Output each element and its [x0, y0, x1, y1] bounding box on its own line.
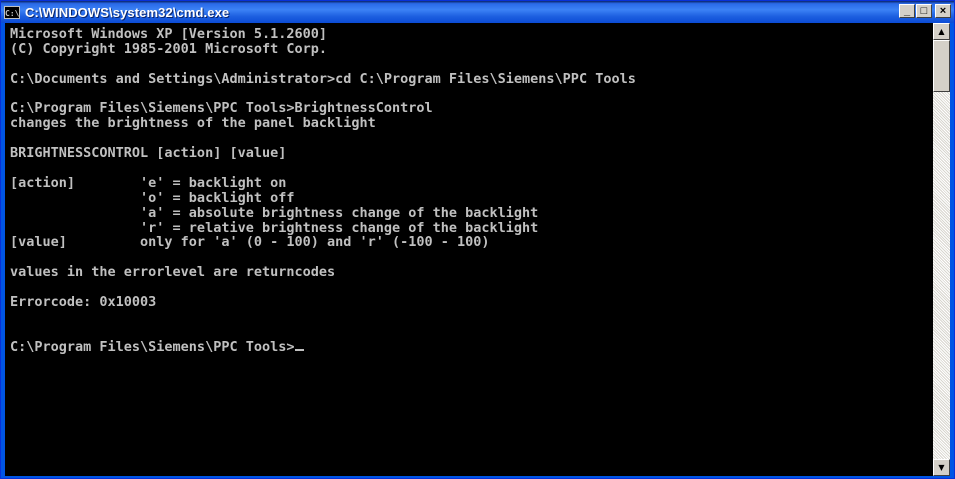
console-line: C:\Program Files\Siemens\PPC Tools>	[10, 338, 933, 355]
vertical-scrollbar[interactable]: ▲ ▼	[933, 23, 950, 476]
console-line: BRIGHTNESSCONTROL [action] [value]	[10, 145, 287, 162]
scroll-up-button[interactable]: ▲	[933, 23, 950, 40]
console-line: Errorcode: 0x10003	[10, 294, 157, 311]
console-line: [value] only for 'a' (0 - 100) and 'r' (…	[10, 234, 490, 251]
console-line: (C) Copyright 1985-2001 Microsoft Corp.	[10, 40, 327, 57]
console-line: changes the brightness of the panel back…	[10, 115, 376, 132]
scroll-down-button[interactable]: ▼	[933, 459, 950, 476]
minimize-button[interactable]: _	[899, 4, 915, 18]
console-output[interactable]: Microsoft Windows XP [Version 5.1.2600](…	[5, 23, 933, 476]
console-line: [action] 'e' = backlight on	[10, 174, 287, 191]
title-bar[interactable]: C:\ C:\WINDOWS\system32\cmd.exe _ □ ×	[1, 1, 954, 23]
scroll-thumb[interactable]	[933, 40, 950, 92]
caption-buttons: _ □ ×	[899, 4, 951, 18]
console-line: values in the errorlevel are returncodes	[10, 264, 336, 281]
console-line: 'r' = relative brightness change of the …	[10, 219, 539, 236]
console-client-area: Microsoft Windows XP [Version 5.1.2600](…	[5, 23, 950, 476]
console-line: 'a' = absolute brightness change of the …	[10, 204, 539, 221]
cmd-window: C:\ C:\WINDOWS\system32\cmd.exe _ □ × Mi…	[0, 0, 955, 479]
close-button[interactable]: ×	[935, 4, 951, 18]
text-cursor	[295, 348, 305, 351]
console-line: C:\Documents and Settings\Administrator>…	[10, 70, 636, 87]
console-line: 'o' = backlight off	[10, 189, 295, 206]
maximize-button[interactable]: □	[916, 4, 932, 18]
window-title: C:\WINDOWS\system32\cmd.exe	[25, 4, 230, 20]
prompt-text: C:\Program Files\Siemens\PPC Tools>	[10, 338, 295, 355]
console-line: Microsoft Windows XP [Version 5.1.2600]	[10, 26, 327, 42]
cmd-app-icon[interactable]: C:\	[4, 5, 20, 19]
console-line: C:\Program Files\Siemens\PPC Tools>Brigh…	[10, 100, 433, 117]
